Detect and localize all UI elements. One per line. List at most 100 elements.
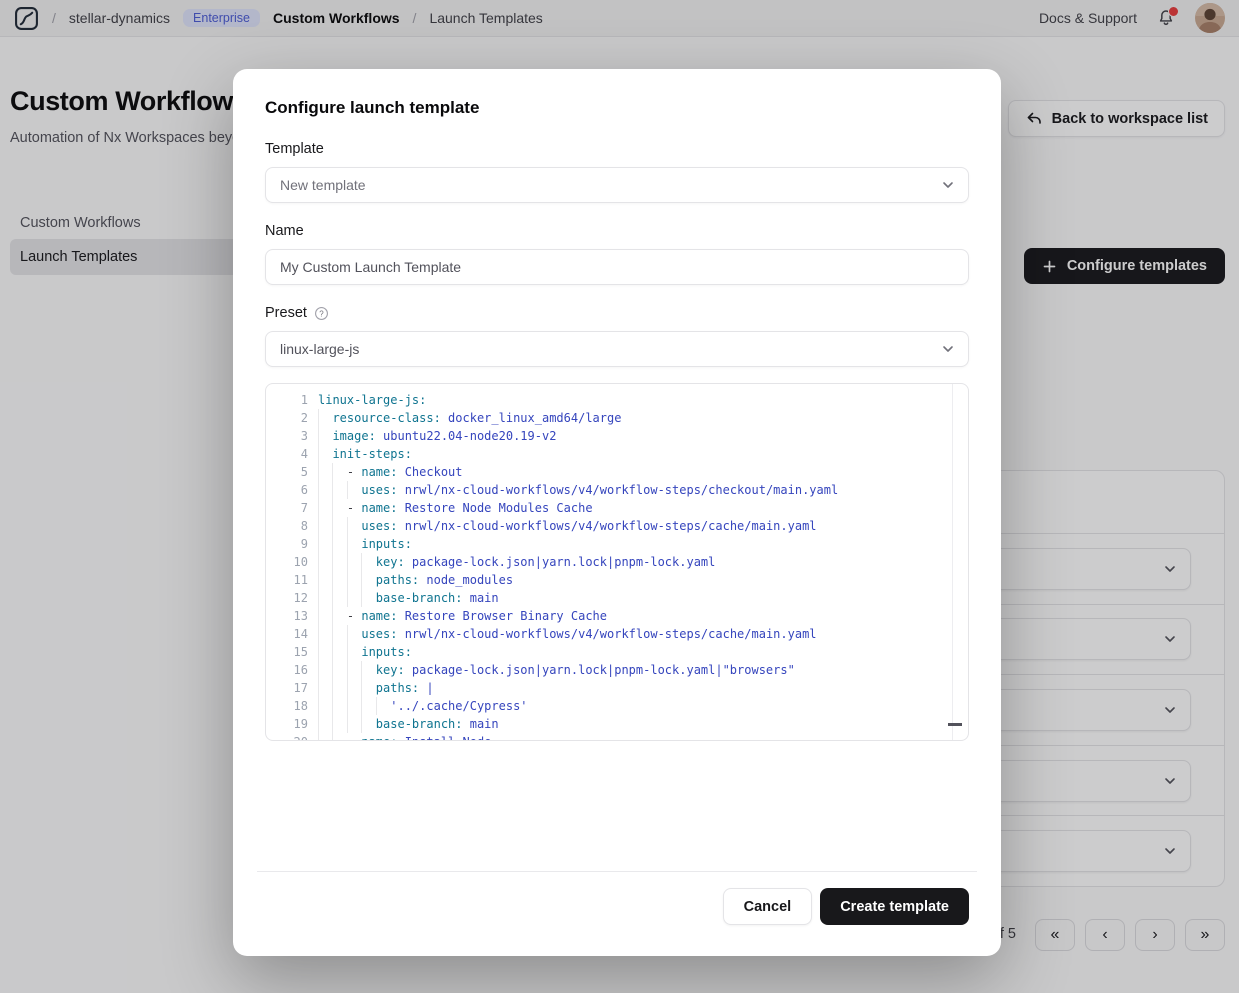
code-token: main [463,591,499,605]
code-token: key: [376,663,405,677]
code-line: 4 init-steps: [266,445,968,463]
indent-guide [347,679,348,697]
line-number: 17 [266,679,308,697]
code-token: node_modules [419,573,513,587]
code-text: - name: Checkout [318,463,968,481]
indent-guide [318,571,319,589]
line-number: 11 [266,571,308,589]
help-circle-icon[interactable]: ? [314,306,329,321]
code-text: base-branch: main [318,715,968,733]
code-token: uses: [361,483,397,497]
indent-guide [347,625,348,643]
cancel-button[interactable]: Cancel [723,888,813,925]
code-indent [318,537,361,551]
line-number: 5 [266,463,308,481]
modal-footer-divider [257,871,977,872]
line-number: 16 [266,661,308,679]
indent-guide [318,607,319,625]
code-token: uses: [361,627,397,641]
code-line: 16 key: package-lock.json|yarn.lock|pnpm… [266,661,968,679]
editor-resize-handle[interactable] [948,723,962,726]
template-select[interactable]: New template [265,167,969,203]
line-number: 3 [266,427,308,445]
configure-launch-template-modal: Configure launch template Template New t… [233,69,1001,956]
line-number: 19 [266,715,308,733]
line-number: 20 [266,733,308,741]
indent-guide [332,589,333,607]
indent-guide [318,733,319,741]
code-line: 1linux-large-js: [266,391,968,409]
preset-field-label: Preset ? [265,305,969,322]
code-token: | [419,681,433,695]
modal-title: Configure launch template [265,97,969,119]
indent-guide [332,553,333,571]
code-line: 5 - name: Checkout [266,463,968,481]
code-token: Checkout [397,465,462,479]
preset-select-value: linux-large-js [280,341,359,357]
template-field-label: Template [265,141,969,158]
code-text: uses: nrwl/nx-cloud-workflows/v4/workflo… [318,625,968,643]
preset-select[interactable]: linux-large-js [265,331,969,367]
yaml-code-editor[interactable]: 1linux-large-js:2 resource-class: docker… [265,383,969,741]
indent-guide [332,463,333,481]
code-token: - [347,735,361,741]
indent-guide [347,553,348,571]
code-token: package-lock.json|yarn.lock|pnpm-lock.ya… [405,663,795,677]
code-text: key: package-lock.json|yarn.lock|pnpm-lo… [318,553,968,571]
indent-guide [347,571,348,589]
code-text: image: ubuntu22.04-node20.19-v2 [318,427,968,445]
line-number: 18 [266,697,308,715]
indent-guide [332,715,333,733]
line-number: 6 [266,481,308,499]
indent-guide [318,481,319,499]
create-template-button[interactable]: Create template [820,888,969,925]
preset-label-text: Preset [265,305,307,322]
line-number: 14 [266,625,308,643]
code-token: name: [361,735,397,741]
code-line: 8 uses: nrwl/nx-cloud-workflows/v4/workf… [266,517,968,535]
indent-guide [347,661,348,679]
code-token: inputs: [361,537,412,551]
code-line: 13 - name: Restore Browser Binary Cache [266,607,968,625]
code-indent [318,411,332,425]
indent-guide [361,589,362,607]
indent-guide [347,697,348,715]
code-line: 18 '../.cache/Cypress' [266,697,968,715]
code-token: nrwl/nx-cloud-workflows/v4/workflow-step… [397,483,838,497]
indent-guide [318,535,319,553]
indent-guide [318,697,319,715]
modal-footer: Cancel Create template [723,888,969,925]
name-input[interactable]: My Custom Launch Template [265,249,969,285]
chevron-down-icon [940,177,956,193]
code-text: '../.cache/Cypress' [318,697,968,715]
name-field-label: Name [265,223,969,240]
indent-guide [318,499,319,517]
code-text: inputs: [318,643,968,661]
code-token: '../.cache/Cypress' [390,699,527,713]
code-token: base-branch: [376,591,463,605]
code-indent [318,627,361,641]
line-number: 10 [266,553,308,571]
indent-guide [318,715,319,733]
code-token: image: [332,429,375,443]
indent-guide [318,553,319,571]
code-line: 17 paths: | [266,679,968,697]
code-text: base-branch: main [318,589,968,607]
code-token: nrwl/nx-cloud-workflows/v4/workflow-step… [397,519,816,533]
code-text: inputs: [318,535,968,553]
code-line: 11 paths: node_modules [266,571,968,589]
code-line: 14 uses: nrwl/nx-cloud-workflows/v4/work… [266,625,968,643]
code-indent [318,483,361,497]
name-input-value: My Custom Launch Template [280,259,461,275]
indent-guide [347,643,348,661]
indent-guide [318,589,319,607]
indent-guide [347,715,348,733]
code-token: nrwl/nx-cloud-workflows/v4/workflow-step… [397,627,816,641]
code-line: 12 base-branch: main [266,589,968,607]
code-token: docker_linux_amd64/large [441,411,622,425]
code-token: base-branch: [376,717,463,731]
indent-guide [332,517,333,535]
line-number: 7 [266,499,308,517]
code-token: main [463,717,499,731]
code-line: 10 key: package-lock.json|yarn.lock|pnpm… [266,553,968,571]
